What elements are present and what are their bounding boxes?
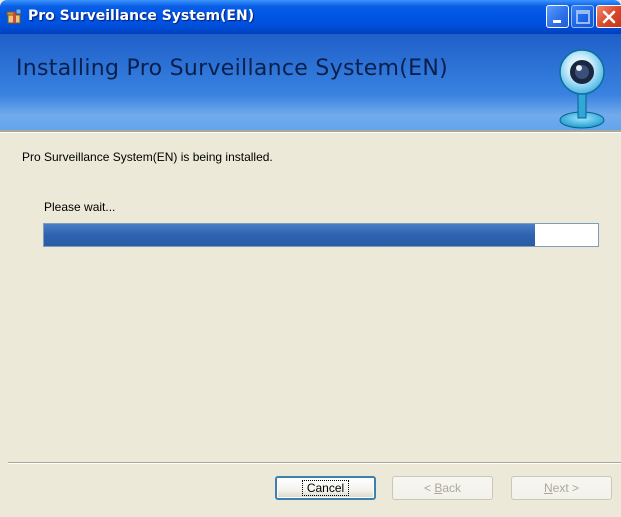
maximize-icon [576,10,590,24]
cancel-button[interactable]: Cancel [275,476,376,500]
progress-fill [44,224,536,246]
banner-divider [0,130,621,133]
install-status-text: Pro Surveillance System(EN) is being ins… [22,150,273,164]
installer-package-icon [6,8,22,24]
maximize-button[interactable] [571,5,594,28]
banner-highlight [0,94,621,130]
banner-title: Installing Pro Surveillance System(EN) [16,56,448,81]
footer-divider [8,462,621,464]
title-bar[interactable]: Pro Surveillance System(EN) [0,0,621,34]
close-button[interactable] [596,5,621,28]
next-button[interactable]: Next > [511,476,612,500]
back-button-prefix: < [423,481,435,495]
next-button-mnemonic: N [543,481,553,495]
close-icon [602,10,616,24]
minimize-icon [553,20,561,23]
window-title: Pro Surveillance System(EN) [28,8,255,24]
install-progress-bar [43,223,599,247]
cancel-button-label: Cancel [301,480,350,496]
next-button-rest: ext > [552,481,580,495]
webcam-icon [559,49,605,129]
header-banner: Installing Pro Surveillance System(EN) [0,34,621,130]
installer-window: Pro Surveillance System(EN) Installing P… [0,0,621,517]
wait-label: Please wait... [44,200,116,214]
back-button[interactable]: < Back [392,476,493,500]
minimize-button[interactable] [546,5,569,28]
back-button-rest: ack [442,481,462,495]
